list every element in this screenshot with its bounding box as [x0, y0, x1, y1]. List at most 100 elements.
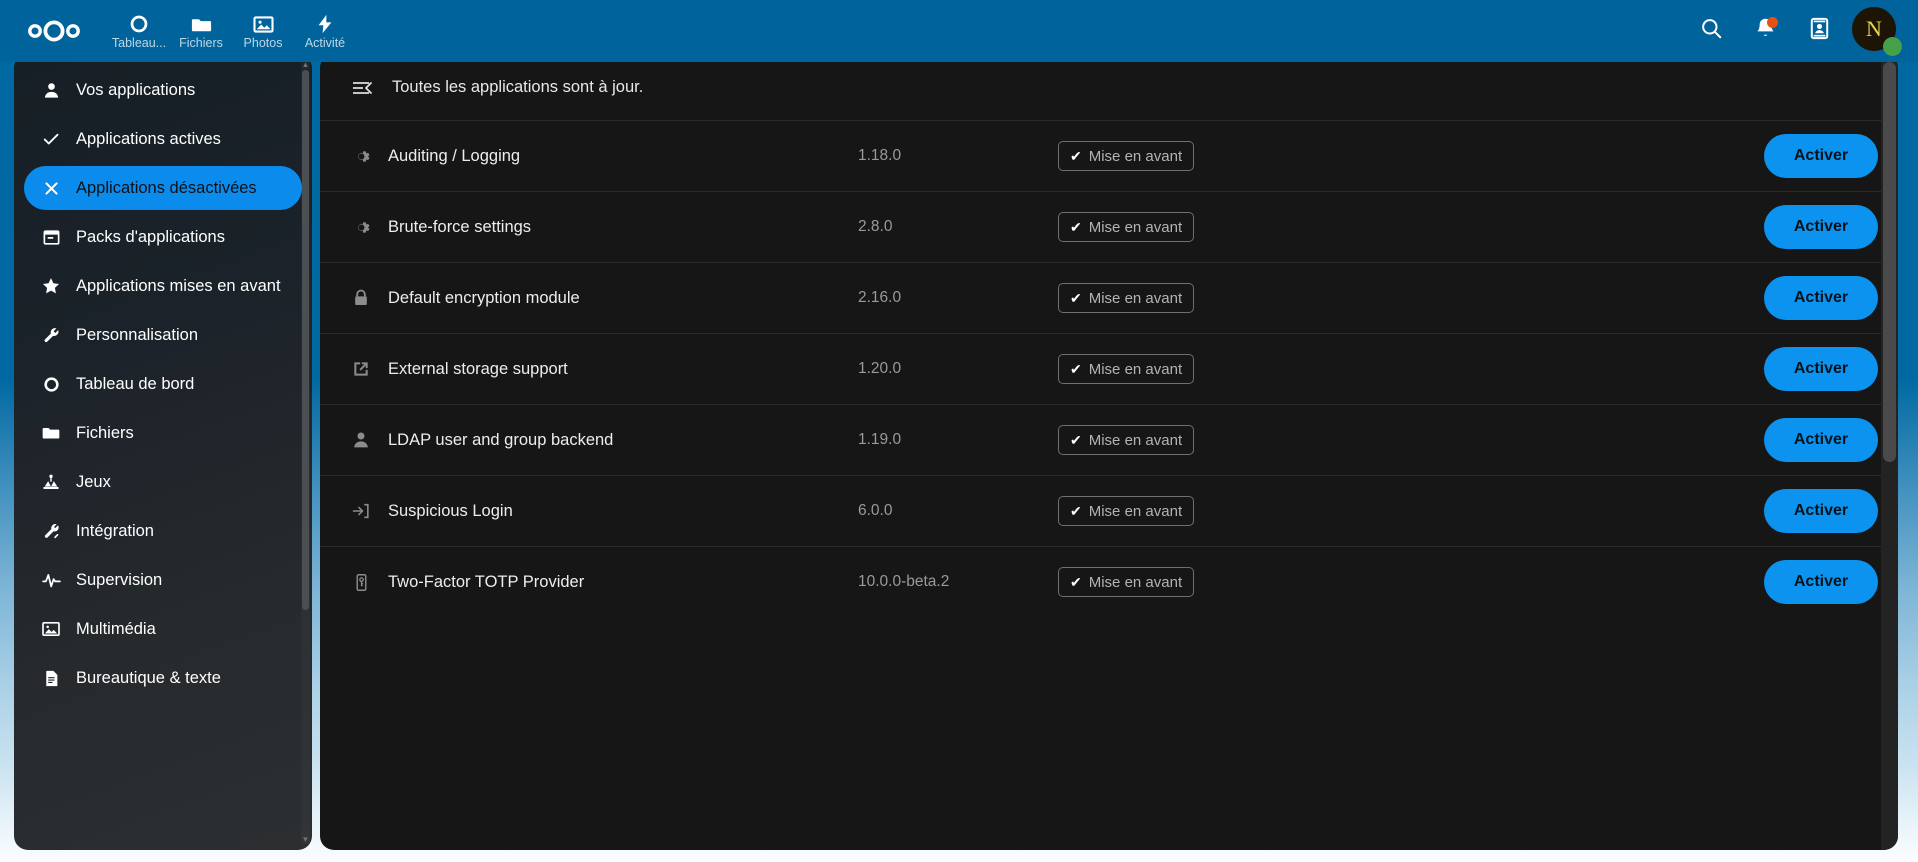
- check-icon: ✔: [1070, 432, 1082, 448]
- scrollbar-thumb[interactable]: [302, 70, 309, 610]
- lock-icon: [346, 288, 376, 308]
- featured-badge[interactable]: ✔ Mise en avant: [1058, 141, 1195, 171]
- sidebar-item-disabled-apps[interactable]: Applications désactivées: [24, 166, 302, 210]
- app-header: Tableau... Fichiers Photos Activité N: [0, 0, 1918, 62]
- enable-app-button[interactable]: Activer: [1764, 276, 1878, 320]
- sidebar-item-label: Jeux: [76, 473, 111, 491]
- scrollbar-thumb[interactable]: [1883, 62, 1896, 462]
- nextcloud-logo[interactable]: [24, 14, 86, 48]
- sidebar-item-files[interactable]: Fichiers: [24, 411, 302, 455]
- app-name: LDAP user and group backend: [388, 430, 614, 449]
- games-icon: [38, 472, 64, 492]
- nav-app-label: Tableau...: [111, 37, 167, 50]
- app-name: Brute-force settings: [388, 217, 532, 236]
- app-version: 2.8.0: [858, 218, 893, 235]
- sidebar-item-app-bundles[interactable]: Packs d'applications: [24, 215, 302, 259]
- apps-main-panel: Toutes les applications sont à jour. Aud…: [320, 54, 1898, 850]
- sidebar-item-featured-apps[interactable]: Applications mises en avant: [24, 264, 302, 308]
- sidebar-item-multimedia[interactable]: Multimédia: [24, 607, 302, 651]
- folder-icon: [190, 12, 213, 36]
- archive-icon: [38, 228, 64, 247]
- app-version: 1.19.0: [858, 431, 902, 448]
- check-icon: ✔: [1070, 574, 1082, 590]
- sidebar-item-label: Vos applications: [76, 81, 196, 99]
- document-icon: [38, 669, 64, 688]
- collapse-sidebar-icon[interactable]: [346, 70, 380, 104]
- enable-app-button[interactable]: Activer: [1764, 560, 1878, 604]
- scroll-down-arrow[interactable]: ▼: [301, 835, 310, 844]
- app-navigation: Tableau... Fichiers Photos Activité: [108, 0, 356, 62]
- enable-app-button[interactable]: Activer: [1764, 347, 1878, 391]
- app-version: 6.0.0: [858, 502, 893, 519]
- header-actions: N: [1684, 4, 1902, 58]
- login-icon: [346, 501, 376, 521]
- app-list-row[interactable]: Suspicious Login 6.0.0 ✔ Mise en avant A…: [320, 475, 1898, 546]
- nav-app-label: Fichiers: [179, 37, 223, 50]
- folder-icon: [38, 423, 64, 443]
- wrench-icon: [38, 326, 64, 345]
- sidebar-item-integration[interactable]: Intégration: [24, 509, 302, 553]
- sidebar-item-office-text[interactable]: Bureautique & texte: [24, 656, 302, 700]
- sidebar-item-games[interactable]: Jeux: [24, 460, 302, 504]
- sidebar-item-monitoring[interactable]: Supervision: [24, 558, 302, 602]
- sidebar-scroll-area[interactable]: Vos applications Applications actives Ap…: [14, 54, 312, 850]
- app-name: External storage support: [388, 359, 568, 378]
- app-name: Auditing / Logging: [388, 146, 521, 165]
- check-icon: ✔: [1070, 503, 1082, 519]
- featured-badge[interactable]: ✔ Mise en avant: [1058, 425, 1195, 455]
- apps-header: Toutes les applications sont à jour.: [320, 54, 1898, 120]
- image-icon: [38, 619, 64, 639]
- sidebar-item-label: Tableau de bord: [76, 375, 195, 393]
- external-link-icon: [346, 359, 376, 379]
- app-list-row[interactable]: Auditing / Logging 1.18.0 ✔ Mise en avan…: [320, 120, 1898, 191]
- sidebar-item-active-apps[interactable]: Applications actives: [24, 117, 302, 161]
- enable-app-button[interactable]: Activer: [1764, 489, 1878, 533]
- enable-app-button[interactable]: Activer: [1764, 418, 1878, 462]
- enable-app-button[interactable]: Activer: [1764, 205, 1878, 249]
- user-avatar-button[interactable]: N: [1852, 7, 1902, 56]
- sidebar-item-label: Bureautique & texte: [76, 669, 221, 687]
- main-scrollbar[interactable]: [1881, 54, 1898, 850]
- close-icon: [38, 179, 64, 198]
- circle-icon: [38, 375, 64, 394]
- nav-app-dashboard[interactable]: Tableau...: [108, 0, 170, 62]
- gear-icon: [346, 146, 376, 167]
- app-list-row[interactable]: Two-Factor TOTP Provider 10.0.0-beta.2 ✔…: [320, 546, 1898, 617]
- featured-label: Mise en avant: [1088, 289, 1183, 307]
- sidebar-item-label: Packs d'applications: [76, 228, 225, 246]
- app-list-row[interactable]: Default encryption module 2.16.0 ✔ Mise …: [320, 262, 1898, 333]
- user-icon: [38, 81, 64, 100]
- featured-badge[interactable]: ✔ Mise en avant: [1058, 496, 1195, 526]
- app-name: Suspicious Login: [388, 501, 513, 520]
- featured-badge[interactable]: ✔ Mise en avant: [1058, 567, 1195, 597]
- nav-app-activity[interactable]: Activité: [294, 0, 356, 62]
- app-list-row[interactable]: LDAP user and group backend 1.19.0 ✔ Mis…: [320, 404, 1898, 475]
- enable-app-button[interactable]: Activer: [1764, 134, 1878, 178]
- featured-badge[interactable]: ✔ Mise en avant: [1058, 354, 1195, 384]
- sidebar-item-your-apps[interactable]: Vos applications: [24, 68, 302, 112]
- pulse-icon: [38, 570, 64, 591]
- app-version: 10.0.0-beta.2: [858, 573, 950, 590]
- app-list-row[interactable]: Brute-force settings 2.8.0 ✔ Mise en ava…: [320, 191, 1898, 262]
- contacts-button[interactable]: [1792, 4, 1846, 58]
- notifications-button[interactable]: [1738, 4, 1792, 58]
- online-status-indicator: [1883, 37, 1902, 56]
- plug-icon: [38, 522, 64, 541]
- sidebar-item-dashboard[interactable]: Tableau de bord: [24, 362, 302, 406]
- sidebar-item-label: Applications désactivées: [76, 179, 257, 197]
- featured-badge[interactable]: ✔ Mise en avant: [1058, 283, 1195, 313]
- search-button[interactable]: [1684, 4, 1738, 58]
- featured-label: Mise en avant: [1088, 218, 1183, 236]
- sidebar-item-label: Applications actives: [76, 130, 221, 148]
- nav-app-photos[interactable]: Photos: [232, 0, 294, 62]
- check-icon: ✔: [1070, 219, 1082, 235]
- app-list-row[interactable]: External storage support 1.20.0 ✔ Mise e…: [320, 333, 1898, 404]
- app-version: 1.20.0: [858, 360, 902, 377]
- activity-icon: [314, 12, 336, 36]
- sidebar-scrollbar[interactable]: ▲ ▼: [301, 60, 310, 844]
- featured-badge[interactable]: ✔ Mise en avant: [1058, 212, 1195, 242]
- photos-icon: [252, 12, 275, 36]
- nav-app-files[interactable]: Fichiers: [170, 0, 232, 62]
- featured-label: Mise en avant: [1088, 573, 1183, 591]
- sidebar-item-customization[interactable]: Personnalisation: [24, 313, 302, 357]
